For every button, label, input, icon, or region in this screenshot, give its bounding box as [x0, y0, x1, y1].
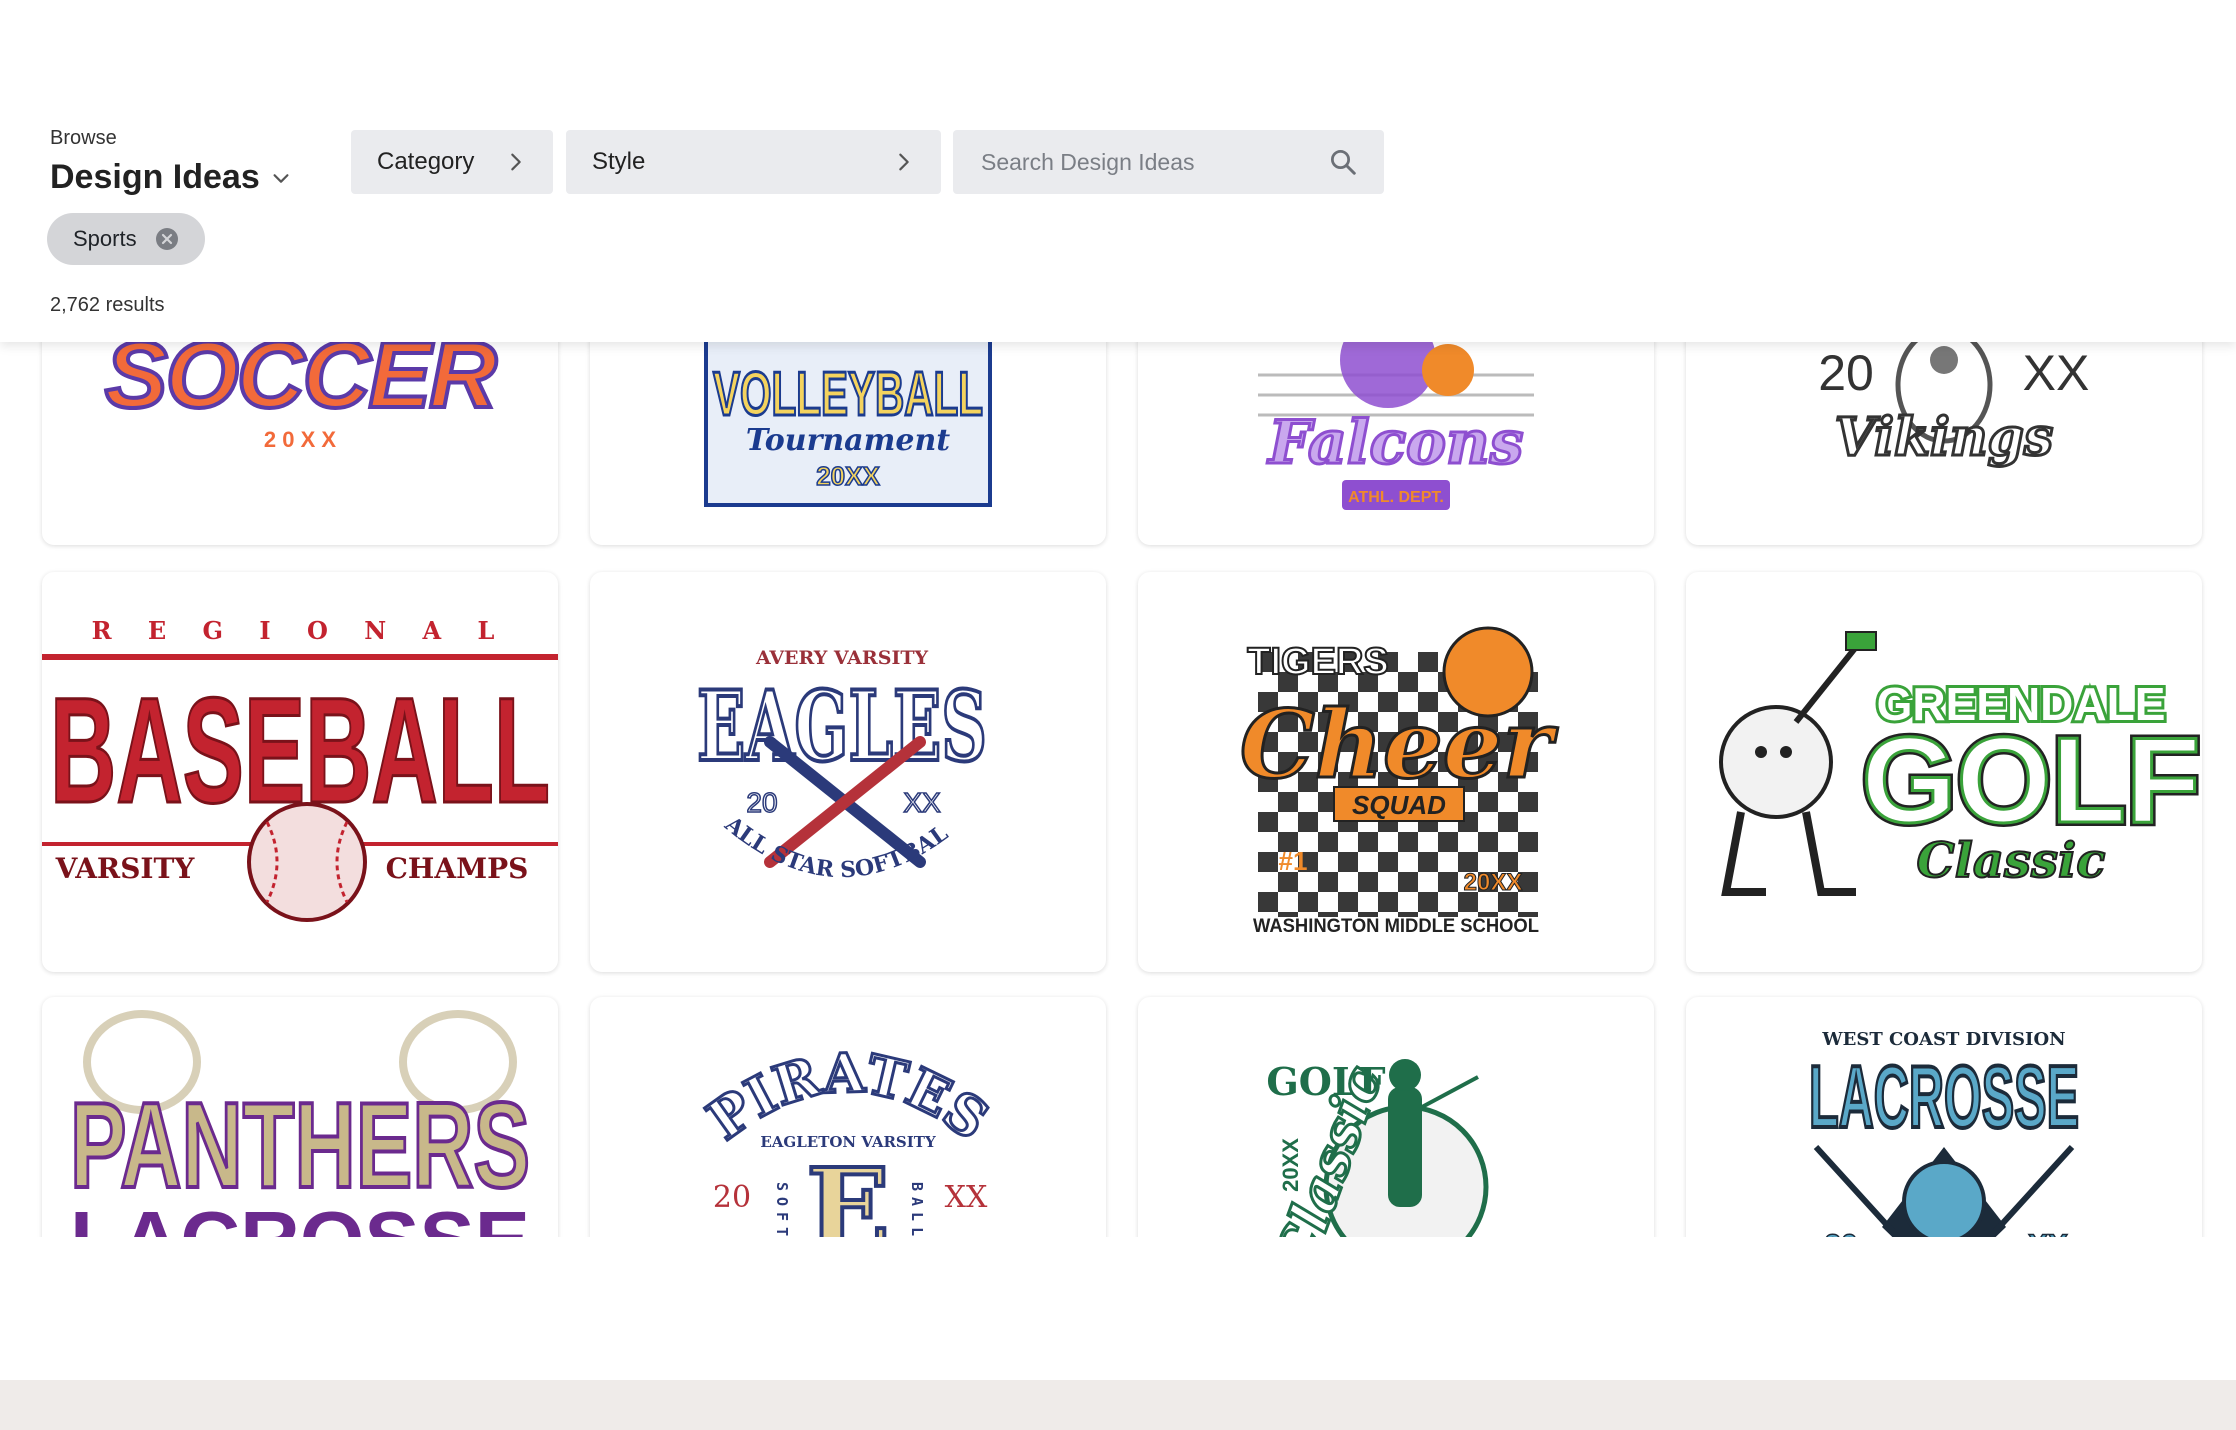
browse-header: Browse Design Ideas Category Style Sport…	[0, 0, 2236, 342]
close-circle-icon[interactable]	[155, 227, 179, 251]
svg-text:20XX: 20XX	[1464, 869, 1523, 896]
svg-text:20: 20	[1824, 1229, 1857, 1237]
design-card-greendale-golf[interactable]: GREENDALE GOLF GOLF Classic	[1686, 572, 2202, 972]
search-box	[953, 130, 1384, 194]
footer-band	[0, 1380, 2236, 1430]
svg-text:CHAMPS: CHAMPS	[386, 852, 529, 885]
design-card-eagles[interactable]: AVERY VARSITY EAGLES 20 XX ALL STAR SOFT…	[590, 572, 1106, 972]
active-filter-chip-sports: Sports	[47, 213, 205, 265]
design-art-panthers: PANTHERS LACROSSE	[68, 1010, 532, 1237]
svg-text:20: 20	[713, 1180, 751, 1215]
design-art-tigers-cheer: TIGERS Cheer SQUAD #1 20XX WASHINGTON MI…	[1238, 626, 1560, 937]
page-title: Design Ideas	[50, 158, 260, 196]
design-art-baseball: R E G I O N A L BASEBALL VARSITY CHAMPS	[42, 616, 558, 922]
category-label: Category	[377, 148, 475, 175]
chevron-down-icon	[273, 173, 289, 183]
design-card-golf-classic[interactable]: GOLF Classic 20XX	[1138, 997, 1654, 1237]
design-art-golf-classic: GOLF Classic 20XX	[1260, 1056, 1489, 1237]
design-art-greendale-golf: GREENDALE GOLF GOLF Classic	[1719, 631, 2202, 896]
svg-text:EAGLES: EAGLES	[697, 670, 987, 783]
svg-text:LACROSSE: LACROSSE	[70, 1195, 530, 1237]
browse-label: Browse	[50, 127, 117, 149]
svg-text:VARSITY: VARSITY	[55, 852, 196, 885]
svg-text:#1: #1	[1279, 846, 1308, 876]
search-icon[interactable]	[1328, 147, 1358, 177]
design-card-tigers-cheer[interactable]: TIGERS Cheer SQUAD #1 20XX WASHINGTON MI…	[1138, 572, 1654, 972]
svg-text:TIGERS: TIGERS	[1247, 641, 1388, 683]
design-art-pirates: PIRATES EAGLETON VARSITY E 20 XX SOFT BA…	[694, 1039, 1002, 1237]
svg-text:ATHL. DEPT.: ATHL. DEPT.	[1348, 489, 1444, 506]
design-art-lacrosse: WEST COAST DIVISION LACROSSE 20 XX	[1807, 1029, 2081, 1237]
svg-text:BALL: BALL	[908, 1182, 926, 1237]
svg-text:E: E	[806, 1144, 890, 1237]
svg-text:XX: XX	[903, 787, 941, 818]
design-card-baseball[interactable]: R E G I O N A L BASEBALL VARSITY CHAMPS	[42, 572, 558, 972]
svg-text:20XX: 20XX	[816, 461, 880, 491]
svg-text:XX: XX	[945, 1180, 988, 1215]
svg-text:R E G I O N A L: R E G I O N A L	[92, 616, 509, 645]
style-filter-button[interactable]: Style	[566, 130, 941, 194]
svg-text:20XX: 20XX	[1278, 1138, 1303, 1192]
svg-text:Vikings: Vikings	[1835, 407, 2053, 468]
design-card-pirates[interactable]: PIRATES EAGLETON VARSITY E 20 XX SOFT BA…	[590, 997, 1106, 1237]
svg-text:PANTHERS: PANTHERS	[70, 1077, 530, 1213]
svg-text:XX: XX	[2023, 345, 2090, 401]
svg-text:LACROSSE: LACROSSE	[1809, 1047, 2079, 1146]
svg-text:Falcons: Falcons	[1267, 408, 1524, 478]
svg-text:SQUAD: SQUAD	[1352, 790, 1446, 820]
svg-text:20: 20	[1818, 345, 1874, 401]
design-card-panthers[interactable]: PANTHERS LACROSSE	[42, 997, 558, 1237]
svg-text:VOLLEYBALL: VOLLEYBALL	[713, 360, 983, 429]
svg-text:2 0 X X: 2 0 X X	[264, 427, 336, 452]
svg-text:AVERY VARSITY: AVERY VARSITY	[755, 647, 929, 669]
svg-text:GOLF: GOLF	[1862, 712, 2201, 848]
svg-text:Cheer: Cheer	[1240, 690, 1559, 800]
style-label: Style	[592, 148, 646, 175]
search-input[interactable]	[979, 147, 1328, 177]
chevron-right-icon	[899, 153, 909, 171]
results-count: 2,762 results	[50, 294, 165, 316]
category-filter-button[interactable]: Category	[351, 130, 553, 194]
design-ideas-dropdown[interactable]: Design Ideas	[50, 158, 292, 197]
design-art-eagles: AVERY VARSITY EAGLES 20 XX ALL STAR SOFT…	[590, 572, 989, 883]
chevron-right-icon	[511, 153, 521, 171]
svg-text:SOFT: SOFT	[773, 1182, 791, 1237]
svg-text:XX: XX	[2028, 1229, 2068, 1237]
chip-label: Sports	[73, 226, 137, 251]
svg-text:Classic: Classic	[1916, 833, 2105, 889]
design-card-lacrosse[interactable]: WEST COAST DIVISION LACROSSE 20 XX	[1686, 997, 2202, 1237]
svg-text:20: 20	[746, 787, 777, 818]
svg-text:Tournament: Tournament	[746, 423, 950, 458]
svg-text:WASHINGTON MIDDLE SCHOOL: WASHINGTON MIDDLE SCHOOL	[1253, 916, 1539, 937]
